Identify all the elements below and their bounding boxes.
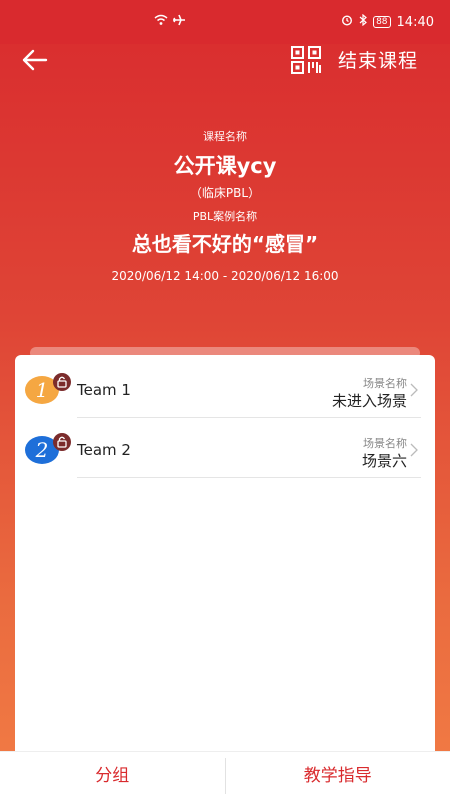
battery-level: 88: [373, 16, 391, 28]
case-name-label: PBL案例名称: [192, 210, 258, 223]
header: 结束课程: [0, 40, 450, 80]
scene-name-label: 场景名称: [363, 437, 407, 450]
course-info: 课程名称 公开课ycy （临床PBL） PBL案例名称 总也看不好的“感冒” 2…: [0, 128, 450, 283]
course-time-range: 2020/06/12 14:00 - 2020/06/12 16:00: [111, 269, 339, 283]
course-subtitle: （临床PBL）: [189, 186, 261, 200]
scene-name-label: 场景名称: [363, 377, 407, 390]
scene-name-value: 场景六: [361, 452, 407, 470]
airplane-icon: [172, 14, 186, 29]
lock-icon: [53, 373, 71, 391]
team-list-card: 1 Team 1 场景名称 未进入场景 2 Team 2 场景名称 场景六: [15, 355, 435, 755]
chevron-right-icon: [410, 382, 418, 401]
scene-name-value: 未进入场景: [331, 392, 407, 410]
back-button[interactable]: [18, 44, 52, 76]
bottom-tab-bar: 分组 教学指导: [0, 751, 450, 800]
alarm-icon: [341, 14, 353, 30]
chevron-right-icon: [410, 442, 418, 461]
course-name: 公开课ycy: [173, 154, 277, 178]
bluetooth-icon: [359, 13, 367, 30]
status-bar: 88 14:40: [0, 0, 450, 44]
qr-code-icon: [291, 46, 321, 74]
team-row[interactable]: 1 Team 1 场景名称 未进入场景: [15, 358, 435, 418]
tab-grouping[interactable]: 分组: [0, 752, 225, 800]
team-name: Team 1: [77, 381, 131, 399]
network-icons: [154, 14, 186, 29]
qr-code-button[interactable]: [290, 44, 324, 76]
row-divider: [77, 477, 421, 478]
course-name-label: 课程名称: [203, 130, 247, 143]
wifi-icon: [154, 14, 168, 29]
team-name: Team 2: [77, 441, 131, 459]
lock-icon: [53, 433, 71, 451]
arrow-left-icon: [22, 49, 48, 71]
case-name: 总也看不好的“感冒”: [131, 232, 319, 256]
tab-teaching-guide[interactable]: 教学指导: [226, 752, 450, 800]
clock-time: 14:40: [396, 14, 434, 30]
team-row[interactable]: 2 Team 2 场景名称 场景六: [15, 418, 435, 478]
end-course-button[interactable]: 结束课程: [338, 46, 418, 73]
